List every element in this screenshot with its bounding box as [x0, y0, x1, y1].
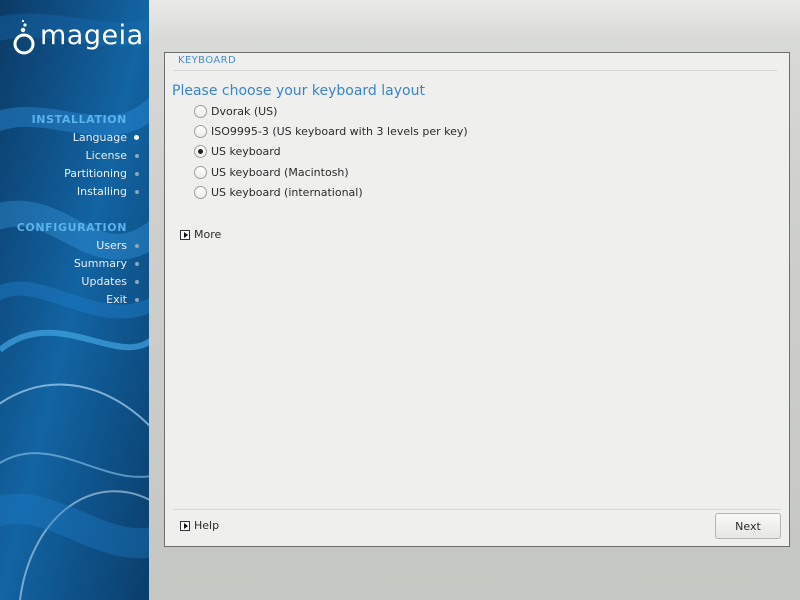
- help-expander[interactable]: Help: [180, 519, 219, 532]
- nav-heading-configuration: CONFIGURATION: [16, 221, 127, 234]
- layout-option-dvorak-us[interactable]: Dvorak (US): [194, 101, 468, 121]
- radio-label: ISO9995-3 (US keyboard with 3 levels per…: [211, 125, 468, 139]
- radio-button[interactable]: [194, 186, 207, 200]
- nav-item-updates[interactable]: Updates: [17, 273, 139, 291]
- triangle-right-icon: [180, 520, 190, 531]
- layout-option-iso9995-3[interactable]: ISO9995-3 (US keyboard with 3 levels per…: [194, 121, 468, 141]
- radio-label: US keyboard (international): [211, 186, 363, 200]
- next-button[interactable]: Next: [715, 513, 781, 539]
- panel-header: KEYBOARD: [178, 55, 237, 66]
- nav-item-label: Updates: [81, 275, 127, 288]
- nav-item-exit[interactable]: Exit: [17, 291, 139, 309]
- radio-label: US keyboard (Macintosh): [211, 165, 349, 179]
- nav-item-label: Users: [96, 239, 127, 252]
- header-divider: [173, 70, 777, 71]
- help-label: Help: [194, 519, 220, 532]
- dot-icon: [135, 298, 139, 302]
- nav-item-summary[interactable]: Summary: [17, 255, 139, 273]
- radio-button[interactable]: [194, 104, 207, 118]
- footer-divider: [173, 509, 781, 510]
- radio-button[interactable]: [194, 125, 207, 139]
- nav-item-partitioning[interactable]: Partitioning: [32, 165, 139, 183]
- radio-label: US keyboard: [211, 145, 281, 159]
- dot-icon: [135, 244, 139, 248]
- radio-label: Dvorak (US): [211, 104, 278, 118]
- dot-icon: [134, 135, 139, 140]
- radio-button[interactable]: [194, 165, 207, 179]
- logo-text: mageia: [40, 20, 144, 51]
- nav-item-label: License: [85, 149, 127, 162]
- nav-item-label: Installing: [76, 185, 127, 198]
- dot-icon: [135, 154, 139, 158]
- layout-option-us-international[interactable]: US keyboard (international): [194, 183, 468, 203]
- nav-item-label: Language: [72, 131, 127, 144]
- layout-option-us-macintosh[interactable]: US keyboard (Macintosh): [194, 162, 468, 182]
- nav-section-installation: INSTALLATION Language License Partitioni…: [31, 111, 139, 201]
- dot-icon: [135, 262, 139, 266]
- more-label: More: [194, 228, 222, 241]
- nav-heading-installation: INSTALLATION: [31, 113, 127, 126]
- keyboard-layout-list: Dvorak (US) ISO9995-3 (US keyboard with …: [194, 101, 468, 203]
- triangle-right-icon: [180, 229, 190, 240]
- more-expander[interactable]: More: [180, 228, 221, 241]
- layout-option-us-keyboard[interactable]: US keyboard: [194, 142, 468, 162]
- dot-icon: [135, 190, 139, 194]
- sidebar: mageia INSTALLATION Language License Par…: [0, 0, 149, 600]
- nav-item-language[interactable]: Language: [32, 129, 139, 147]
- nav-item-installing[interactable]: Installing: [32, 183, 139, 201]
- nav-item-users[interactable]: Users: [17, 237, 139, 255]
- nav-item-label: Partitioning: [64, 167, 127, 180]
- page-title: Please choose your keyboard layout: [172, 83, 425, 99]
- keyboard-panel: KEYBOARD Please choose your keyboard lay…: [164, 52, 790, 547]
- nav-item-license[interactable]: License: [32, 147, 139, 165]
- dot-icon: [135, 172, 139, 176]
- dot-icon: [135, 280, 139, 284]
- nav-item-label: Exit: [106, 293, 127, 306]
- nav-item-label: Summary: [73, 257, 127, 270]
- nav-section-configuration: CONFIGURATION Users Summary Updates Exit: [16, 219, 139, 309]
- radio-button-checked[interactable]: [194, 145, 207, 159]
